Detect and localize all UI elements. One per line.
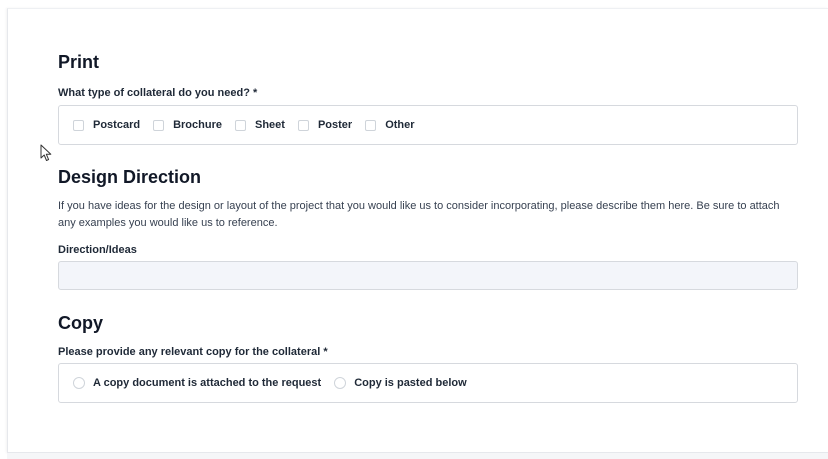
collateral-type-question: What type of collateral do you need? * [58, 87, 258, 99]
collateral-option-postcard[interactable]: Postcard [73, 119, 140, 131]
copy-option-pasted[interactable]: Copy is pasted below [334, 377, 467, 389]
copy-section-title: Copy [58, 313, 103, 333]
copy-question: Please provide any relevant copy for the… [58, 346, 328, 358]
postcard-label: Postcard [93, 119, 141, 131]
copy-attached-label: A copy document is attached to the reque… [93, 377, 322, 389]
direction-ideas-input[interactable] [58, 261, 798, 290]
sheet-checkbox[interactable] [234, 119, 246, 131]
brochure-checkbox[interactable] [153, 119, 165, 131]
print-section-title: Print [58, 52, 100, 72]
copy-attached-radio[interactable] [73, 377, 85, 389]
copy-pasted-radio[interactable] [334, 377, 347, 389]
collateral-option-other[interactable]: Other [365, 119, 415, 131]
postcard-checkbox[interactable] [73, 119, 84, 131]
collateral-option-sheet[interactable]: Sheet [234, 119, 285, 131]
brochure-label: Brochure [173, 119, 222, 131]
sheet-label: Sheet [254, 119, 285, 131]
other-label: Other [385, 119, 415, 131]
copy-options: A copy document is attached to the reque… [58, 363, 798, 403]
collateral-type-options: Postcard Brochure Sheet Poster Other [58, 105, 798, 145]
poster-label: Poster [317, 119, 353, 131]
copy-pasted-label: Copy is pasted below [354, 377, 467, 389]
poster-checkbox[interactable] [297, 119, 309, 131]
collateral-option-brochure[interactable]: Brochure [153, 119, 222, 131]
mouse-pointer-icon [40, 144, 52, 161]
design-section-title: Design Direction [58, 167, 202, 187]
copy-option-attached[interactable]: A copy document is attached to the reque… [73, 377, 321, 389]
collateral-option-poster[interactable]: Poster [297, 119, 353, 131]
direction-ideas-label: Direction/Ideas [58, 244, 137, 256]
other-checkbox[interactable] [365, 119, 377, 131]
design-help-text: If you have ideas for the design or layo… [58, 200, 780, 229]
